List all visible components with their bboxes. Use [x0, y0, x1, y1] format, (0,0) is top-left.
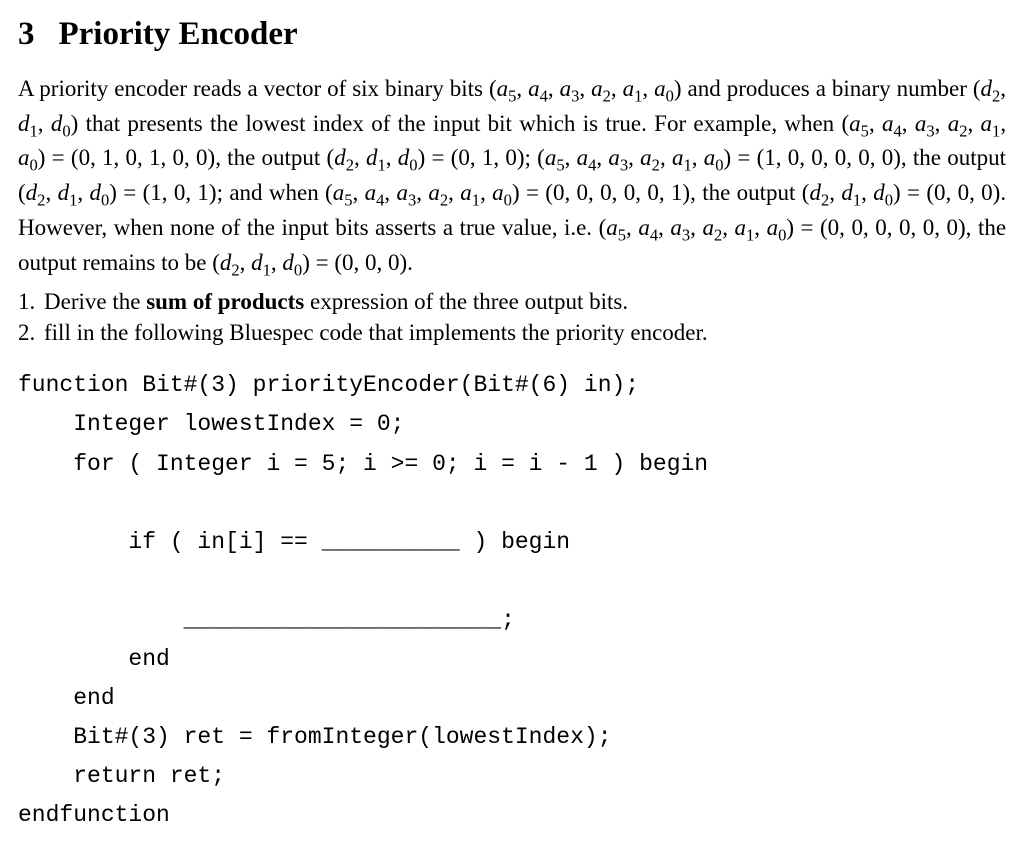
task-item: 1.Derive the sum of products expression … — [18, 286, 1006, 317]
code-line: endfunction — [18, 802, 170, 828]
ex2-out: (1, 0, 1) — [143, 180, 217, 205]
code-line: Bit#(3) ret = fromInteger(lowestIndex); — [18, 724, 612, 750]
section-number: 3 — [18, 16, 35, 52]
ex3-out: (0, 0, 0) — [926, 180, 1000, 205]
task-text: fill in the following Bluespec code that… — [44, 320, 708, 345]
ex3-in: (0, 0, 0, 0, 0, 1) — [545, 180, 690, 205]
code-line: if ( in[i] == __________ ) begin — [18, 529, 570, 555]
task-bold: sum of products — [146, 289, 304, 314]
text: ; — [525, 145, 538, 170]
code-line: for ( Integer i = 5; i >= 0; i = i - 1 )… — [18, 451, 708, 477]
ex1-out: (0, 1, 0) — [451, 145, 525, 170]
code-line: Integer lowestIndex = 0; — [18, 411, 404, 437]
ex1-in: (0, 1, 0, 1, 0, 0) — [71, 145, 215, 170]
text: . — [407, 250, 413, 275]
text: , the output — [901, 145, 1006, 170]
task-text: expression of the three output bits. — [304, 289, 628, 314]
text: A priority encoder reads a vector of six… — [18, 76, 489, 101]
code-line: end — [18, 685, 115, 711]
text: ; and when — [217, 180, 325, 205]
code-line: function Bit#(3) priorityEncoder(Bit#(6)… — [18, 372, 639, 398]
section-heading: 3 Priority Encoder — [18, 12, 1006, 57]
code-line: return ret; — [18, 763, 225, 789]
text: and produces a binary number — [682, 76, 973, 101]
text: that presents the lowest index of the in… — [78, 111, 841, 136]
section-title: Priority Encoder — [59, 16, 298, 52]
task-text: Derive the — [44, 289, 146, 314]
code-block: function Bit#(3) priorityEncoder(Bit#(6)… — [18, 366, 1006, 835]
task-list: 1.Derive the sum of products expression … — [18, 286, 1006, 348]
code-line: end — [18, 646, 170, 672]
description-paragraph: A priority encoder reads a vector of six… — [18, 73, 1006, 283]
text: , the output — [215, 145, 326, 170]
text: , the output — [690, 180, 802, 205]
ex2-in: (1, 0, 0, 0, 0, 0) — [757, 145, 901, 170]
ex4-out: (0, 0, 0) — [334, 250, 407, 275]
code-line: _______________________; — [18, 607, 515, 633]
task-item: 2.fill in the following Bluespec code th… — [18, 317, 1006, 348]
ex4-in: (0, 0, 0, 0, 0, 0) — [820, 215, 966, 240]
